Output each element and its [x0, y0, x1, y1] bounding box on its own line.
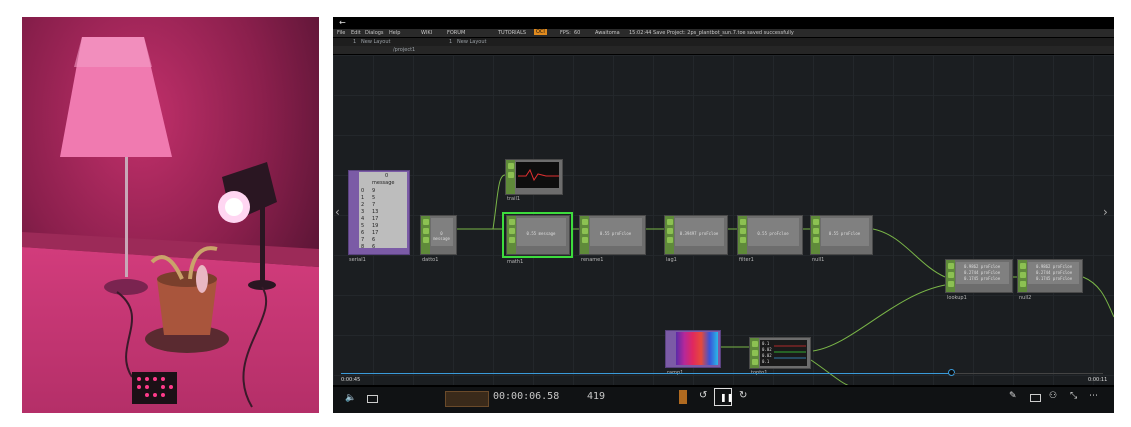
node-trail[interactable] [505, 159, 563, 195]
arrow-left-icon[interactable]: ← [339, 18, 346, 27]
topto-graph: 0.1 0.02 0.02 0.1 [760, 340, 807, 366]
trail-graph [516, 162, 559, 188]
expand-icon[interactable]: ⤡ [1070, 391, 1077, 401]
forward-icon[interactable]: ↻ [739, 390, 747, 401]
pause-button[interactable]: ❚❚ [714, 388, 734, 406]
node-label-trail: trail1 [507, 196, 521, 202]
node-null[interactable]: 0.55 proFcloe [810, 215, 873, 255]
bottom-bar: 🔈 00:00:06.58 419 ↺ ❚❚ ↻ ✎ ⚇ ⤡ ⋯ [333, 387, 1114, 413]
ramp-preview [676, 332, 718, 365]
tab-tutorials[interactable]: TUTORIALS [498, 30, 526, 36]
node-label-null2: null2 [1019, 295, 1032, 301]
layout-name[interactable]: New Layout [457, 39, 487, 45]
timeline-end: 0:00:11 [1088, 377, 1108, 383]
mute-icon[interactable]: 🔈 [345, 393, 356, 403]
node-topto[interactable]: 0.1 0.02 0.02 0.1 [749, 337, 811, 369]
serial-table: 0 message 012345678 9 5 7 13 17 19 17 6 6 [359, 172, 407, 250]
serial-col-label: message [372, 180, 395, 186]
oci-badge: OCI [534, 29, 547, 35]
status-user: Awaitoma [595, 30, 620, 36]
play-marker[interactable] [679, 390, 687, 404]
serial-values: 9 5 7 13 17 19 17 6 6 [372, 188, 379, 250]
playback-panel[interactable] [445, 391, 489, 407]
node-rename[interactable]: 0.55 proFcloe [579, 215, 646, 255]
menu-item-file[interactable]: File [337, 30, 345, 36]
layout-number: 1 [449, 39, 453, 45]
fps-value: 60 [574, 30, 581, 36]
monitor-icon[interactable] [367, 395, 378, 403]
timeline-progress[interactable] [341, 373, 953, 374]
pane-number: 1 [353, 39, 357, 45]
chevron-left-icon[interactable]: ‹ [335, 205, 340, 219]
node-label-filter: filter1 [739, 257, 754, 263]
menu-item-help[interactable]: Help [389, 30, 400, 36]
node-serial[interactable]: 0 message 012345678 9 5 7 13 17 19 17 6 6 [348, 170, 410, 255]
tab-forum[interactable]: FORUM [447, 30, 465, 36]
serial-rows: 012345678 [361, 188, 365, 250]
node-ramp[interactable] [665, 330, 721, 368]
frame-number: 419 [587, 391, 606, 402]
node-label-math: math1 [507, 259, 524, 265]
timecode: 00:00:06.58 [493, 391, 560, 402]
node-label-lag: lag1 [666, 257, 677, 263]
serial-header: 0 [385, 173, 389, 179]
node-lookup[interactable]: 0.9862 proFcloe 0.2744 proFcloe 0.1745 pro… [945, 259, 1013, 293]
timeline-remaining [953, 373, 1103, 374]
node-datto[interactable]: 0 message [420, 215, 457, 255]
lookup-values: 0.9862 proFcloe 0.2744 proFcloe 0.1745 pro… [964, 264, 1001, 281]
node-null2[interactable]: 0.9862 proFcloe 0.2744 proFcloe 0.1745 pro… [1017, 259, 1083, 293]
touchdesigner-window: ← File Edit Dialogs Help WIKI FORUM TUTO… [333, 17, 1114, 413]
menu-item-dialogs[interactable]: Dialogs [365, 30, 384, 36]
node-math[interactable]: 0.55 message [506, 215, 570, 255]
photo-illustration [22, 17, 319, 413]
pencil-icon[interactable]: ✎ [1009, 391, 1017, 401]
people-icon[interactable]: ⚇ [1049, 391, 1057, 401]
timeline-start: 0:00:45 [341, 377, 361, 383]
layout-bar: 1 New Layout 1 New Layout [333, 38, 1114, 46]
network-editor[interactable]: ‹ › 0 message 012345678 9 5 7 13 17 19 17 6 6 se… [333, 55, 1114, 385]
node-label-null: null1 [812, 257, 825, 263]
pane-name[interactable]: New Layout [361, 39, 391, 45]
null2-values: 0.9862 proFcloe 0.2744 proFcloe 0.1745 pro… [1036, 264, 1073, 281]
path-bar: /project1 [333, 46, 1114, 54]
node-label-rename: rename1 [581, 257, 604, 263]
topto-values: 0.1 0.02 0.02 0.1 [762, 341, 772, 364]
node-label-datto: datto1 [422, 257, 439, 263]
chevron-right-icon[interactable]: › [1103, 205, 1108, 219]
menu-item-edit[interactable]: Edit [351, 30, 361, 36]
lamp-plant-photo [22, 17, 319, 413]
node-label-lookup: lookup1 [947, 295, 967, 301]
node-label-serial: serial1 [349, 257, 366, 263]
node-filter[interactable]: 0.55 proFcloe [737, 215, 803, 255]
tab-wiki[interactable]: WIKI [421, 30, 432, 36]
status-message: 15:02:44 Save Project: 2ps_plantbot_sun.… [629, 30, 794, 36]
network-path[interactable]: /project1 [393, 47, 415, 53]
node-lag[interactable]: 0.39497 proFcloe [664, 215, 728, 255]
rewind-icon[interactable]: ↺ [699, 390, 707, 401]
pause-icon: ❚❚ [720, 393, 734, 402]
more-icon[interactable]: ⋯ [1089, 391, 1098, 401]
menu-bar: File Edit Dialogs Help WIKI FORUM TUTORI… [333, 29, 1114, 37]
fps-label: FPS: [560, 30, 571, 36]
screen-icon[interactable] [1030, 394, 1041, 402]
